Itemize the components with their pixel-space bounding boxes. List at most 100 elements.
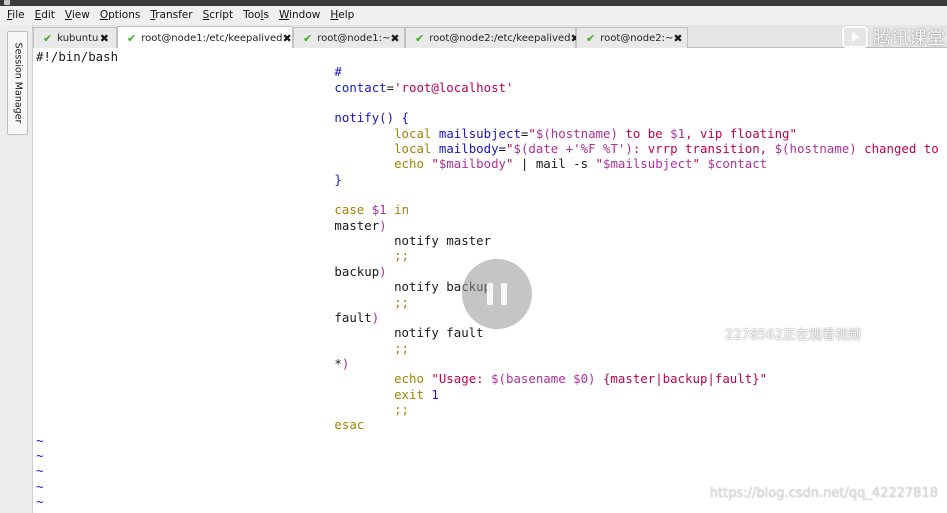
menu-item[interactable]: Edit (30, 6, 60, 25)
code-line: ~ (36, 448, 947, 463)
code-token: : vrrp transition, (632, 141, 775, 157)
close-icon[interactable]: ✖ (673, 32, 682, 45)
code-line: #!/bin/bash (36, 49, 947, 64)
tab-label: kubuntu (57, 32, 99, 44)
menu-item-mnemonic: V (64, 9, 72, 21)
code-token: ;; (394, 248, 409, 264)
viewer-watermark: 2278562正在观看视频 (725, 328, 861, 343)
code-token: ) (371, 309, 380, 325)
code-line: local mailbody="$(date +'%F %T'): vrrp t… (36, 141, 947, 156)
menu-item-text: dit (41, 9, 55, 21)
code-line: case $1 in (36, 202, 947, 217)
menu-item[interactable]: Transfer (145, 6, 197, 25)
code-line: ~ (36, 463, 947, 478)
code-token: local (394, 125, 432, 141)
code-line: local mailsubject="$(hostname) to be $1,… (36, 126, 947, 141)
menu-item[interactable]: Window (274, 6, 325, 25)
code-line: ~ (36, 433, 947, 448)
tab-session[interactable]: ✔ root@node2:~ ✖ (576, 27, 688, 48)
code-line: echo "Usage: $(basename $0) {master|back… (36, 371, 947, 386)
code-token: master (334, 217, 380, 233)
app-icon (4, 0, 10, 5)
play-logo-icon (842, 26, 868, 48)
menu-item-text: iew (71, 9, 90, 21)
code-token: = (498, 141, 507, 157)
menu-item[interactable]: Tools (238, 6, 274, 25)
close-icon[interactable]: ✖ (390, 32, 399, 45)
code-token: () { (379, 110, 410, 126)
code-line: ;; (36, 402, 947, 417)
empty-line-marker: ~ (36, 432, 44, 448)
code-token: esac (334, 417, 365, 433)
code-token: $(basename $0) (491, 371, 596, 387)
menu-item[interactable]: View (60, 6, 95, 25)
tab-session[interactable]: ✔ root@node1:~ ✖ (293, 27, 405, 48)
code-token: to be (617, 125, 671, 141)
code-token: ) (379, 263, 387, 279)
code-token: mailbody (438, 141, 499, 157)
tab-label: root@node2:/etc/keepalived (429, 32, 571, 44)
code-token: $1 (670, 125, 686, 141)
menu-item-text: s (263, 9, 269, 21)
code-token: in (394, 202, 410, 218)
code-token: local (394, 141, 432, 157)
code-token: $contact (707, 156, 768, 172)
menu-item[interactable]: Options (95, 6, 146, 25)
code-token: {master|backup|fault}" (595, 371, 768, 387)
code-token: $1 (371, 202, 387, 218)
code-line: echo "$mailbody" | mail -s "$mailsubject… (36, 156, 947, 171)
menu-item[interactable]: Help (325, 6, 359, 25)
session-manager-tab[interactable]: Session Manager (7, 31, 28, 135)
menu-item[interactable]: Script (198, 6, 238, 25)
empty-line-marker: ~ (36, 447, 44, 463)
tab-session[interactable]: ✔ root@node1:/etc/keepalived ✖ (117, 26, 293, 49)
code-token: "Usage: (431, 371, 492, 387)
tab-label: root@node1:~ (317, 32, 391, 44)
brand-text: 腾讯课堂 (873, 28, 945, 49)
code-token: " (595, 156, 603, 172)
tab-session[interactable]: ✔root@node2:/etc/keepalived✖ (405, 27, 580, 48)
empty-line-marker: ~ (36, 463, 44, 479)
pause-bar-left (487, 283, 493, 305)
check-icon: ✔ (43, 31, 53, 45)
menu-item-text: cript (209, 9, 234, 21)
empty-line-marker: ~ (36, 478, 44, 494)
code-token: $(hostname) (535, 125, 618, 141)
close-icon[interactable]: ✖ (282, 32, 291, 45)
session-manager-label: Session Manager (12, 42, 23, 124)
check-icon: ✔ (586, 31, 596, 45)
code-line: contact='root@localhost' (36, 80, 947, 95)
menu-item[interactable]: File (0, 6, 30, 25)
code-token: 'root@localhost' (394, 79, 514, 95)
menu-bar: File Edit View Options Transfer Script Tools Wi… (0, 6, 947, 25)
close-icon[interactable]: ✖ (100, 32, 109, 45)
code-token: echo (394, 371, 424, 387)
code-token: } (334, 171, 342, 187)
code-token: case (334, 202, 365, 218)
tab-label: root@node1:/etc/keepalived (141, 32, 283, 44)
tab-session[interactable]: ✔ kubuntu ✖ (33, 27, 117, 48)
code-token: notify fault (394, 325, 484, 341)
code-token: backup (334, 263, 380, 279)
check-icon: ✔ (127, 31, 137, 45)
menu-item-text: ptions (108, 9, 141, 21)
check-icon: ✔ (303, 31, 313, 45)
code-token: #!/bin/bash (36, 49, 119, 64)
pause-icon[interactable] (462, 259, 532, 329)
menu-item-text: Too (243, 9, 261, 21)
